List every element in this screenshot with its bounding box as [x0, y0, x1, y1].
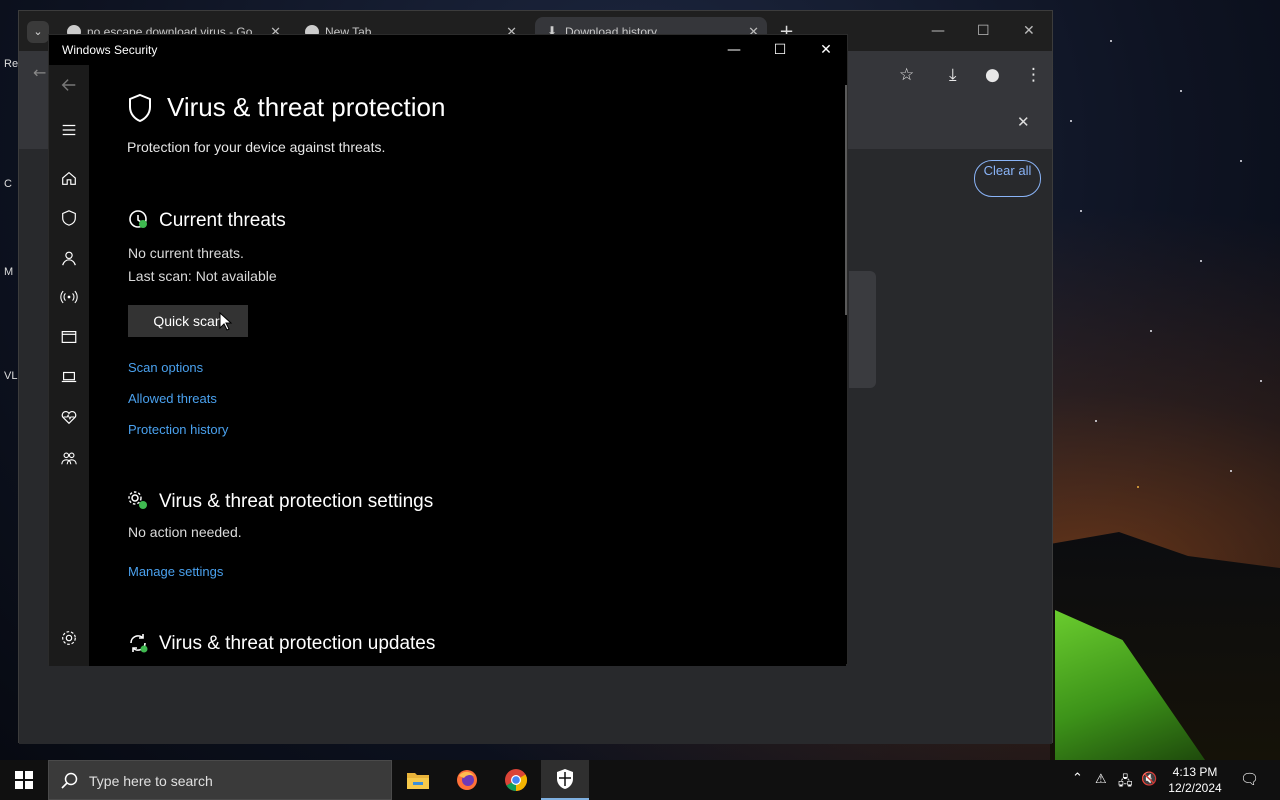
desktop-icon-label[interactable]: VL — [4, 370, 18, 382]
star — [1095, 420, 1097, 422]
clock-date: 12/2/2024 — [1168, 781, 1222, 795]
manage-settings-link[interactable]: Manage settings — [128, 564, 223, 579]
star — [1150, 330, 1152, 332]
family-people-icon[interactable] — [49, 440, 89, 476]
profile-icon[interactable]: ● — [985, 65, 1000, 85]
firefox-icon — [457, 770, 477, 790]
star — [1070, 120, 1072, 122]
app-browser-window-icon[interactable] — [49, 319, 89, 355]
shield-icon[interactable] — [49, 200, 89, 236]
windows-security-shield-icon — [557, 769, 573, 789]
search-icon — [61, 772, 78, 789]
scrollbar[interactable] — [845, 85, 847, 315]
page-title: Virus & threat protection — [167, 92, 446, 122]
settings-gears-icon — [128, 491, 147, 509]
settings-status-text: No action needed. — [128, 524, 242, 540]
star — [1200, 260, 1202, 262]
title-bar: Windows Security — ☐ ✕ — [49, 35, 847, 65]
heart-health-icon[interactable] — [49, 399, 89, 435]
search-placeholder: Type here to search — [89, 773, 213, 789]
star — [1240, 160, 1242, 162]
tray-network-icon[interactable]: 🖧 — [1118, 772, 1133, 794]
updates-heading: Virus & threat protection updates — [159, 633, 436, 654]
tray-volume-icon[interactable]: 🔇 — [1141, 772, 1157, 787]
taskbar-file-explorer[interactable] — [394, 760, 442, 800]
bookmark-star-icon[interactable]: ☆ — [899, 65, 914, 85]
taskbar-chrome[interactable] — [492, 760, 540, 800]
start-button[interactable] — [0, 760, 48, 800]
threat-status-text: No current threats. — [128, 245, 244, 261]
current-threats-icon — [129, 210, 147, 228]
window-title: Windows Security — [62, 43, 158, 57]
close-icon[interactable]: ✕ — [803, 39, 849, 61]
downloads-icon[interactable]: ⤓ — [949, 65, 957, 85]
windows-logo-icon — [15, 771, 33, 789]
laptop-device-icon[interactable] — [49, 359, 89, 395]
windows-security-window: Windows Security — ☐ ✕ Virus & threat pr… — [48, 34, 848, 666]
page-subtitle: Protection for your device against threa… — [127, 139, 386, 155]
home-icon[interactable] — [49, 160, 89, 196]
hamburger-menu-icon[interactable] — [49, 112, 89, 148]
taskbar-firefox[interactable] — [443, 760, 491, 800]
star — [1137, 486, 1139, 488]
star — [1260, 380, 1262, 382]
action-center-notification-icon[interactable]: 🗨 — [1240, 770, 1259, 788]
star — [1110, 40, 1112, 42]
tray-overflow-chevron-icon[interactable]: ⌃ — [1072, 771, 1083, 786]
chrome-icon — [505, 769, 527, 791]
updates-refresh-icon — [130, 634, 148, 653]
main-content: Virus & threat protection Protection for… — [89, 65, 846, 666]
last-scan-text: Last scan: Not available — [128, 268, 277, 284]
allowed-threats-link[interactable]: Allowed threats — [128, 391, 217, 406]
close-search-icon[interactable]: ✕ — [1017, 113, 1030, 131]
back-icon[interactable]: ← — [33, 63, 46, 82]
settings-gear-icon[interactable] — [49, 620, 89, 656]
menu-icon[interactable]: ⋮ — [1025, 65, 1042, 85]
mouse-cursor-icon — [219, 312, 233, 331]
chrome-maximize-icon[interactable]: ☐ — [977, 23, 990, 39]
desktop-icon-label[interactable]: Re — [4, 58, 18, 70]
shield-icon — [129, 93, 151, 123]
account-person-icon[interactable] — [49, 240, 89, 276]
taskbar-windows-security[interactable] — [541, 760, 589, 800]
protection-history-link[interactable]: Protection history — [128, 422, 228, 437]
maximize-icon[interactable]: ☐ — [757, 39, 803, 61]
taskbar-search-box[interactable]: Type here to search — [48, 760, 392, 800]
taskbar: Type here to search ⌃ ⚠ 🖧 🔇 4:13 PM 12/2… — [0, 760, 1280, 800]
tab-search-icon[interactable]: ⌄ — [27, 21, 49, 43]
settings-heading: Virus & threat protection settings — [159, 491, 434, 512]
clock-time: 4:13 PM — [1172, 765, 1218, 779]
star — [1180, 90, 1182, 92]
sidebar — [49, 65, 89, 666]
taskbar-clock[interactable]: 4:13 PM 12/2/2024 — [1160, 764, 1230, 796]
folder-icon — [407, 773, 429, 789]
chrome-minimize-icon[interactable]: — — [931, 23, 945, 39]
star — [1080, 210, 1082, 212]
back-arrow-icon[interactable] — [49, 67, 89, 103]
chrome-close-icon[interactable]: ✕ — [1023, 23, 1035, 39]
desktop-icon-label[interactable]: M — [4, 266, 18, 278]
desktop-icon-label[interactable]: C — [4, 178, 18, 190]
tray-security-warning-icon[interactable]: ⚠ — [1095, 772, 1107, 787]
download-item-card[interactable] — [849, 271, 876, 388]
firewall-wireless-icon[interactable] — [49, 279, 89, 315]
scan-options-link[interactable]: Scan options — [128, 360, 203, 375]
minimize-icon[interactable]: — — [711, 39, 757, 61]
star — [1230, 470, 1232, 472]
current-threats-heading: Current threats — [159, 210, 286, 231]
clear-all-button[interactable]: Clear all — [974, 160, 1041, 197]
